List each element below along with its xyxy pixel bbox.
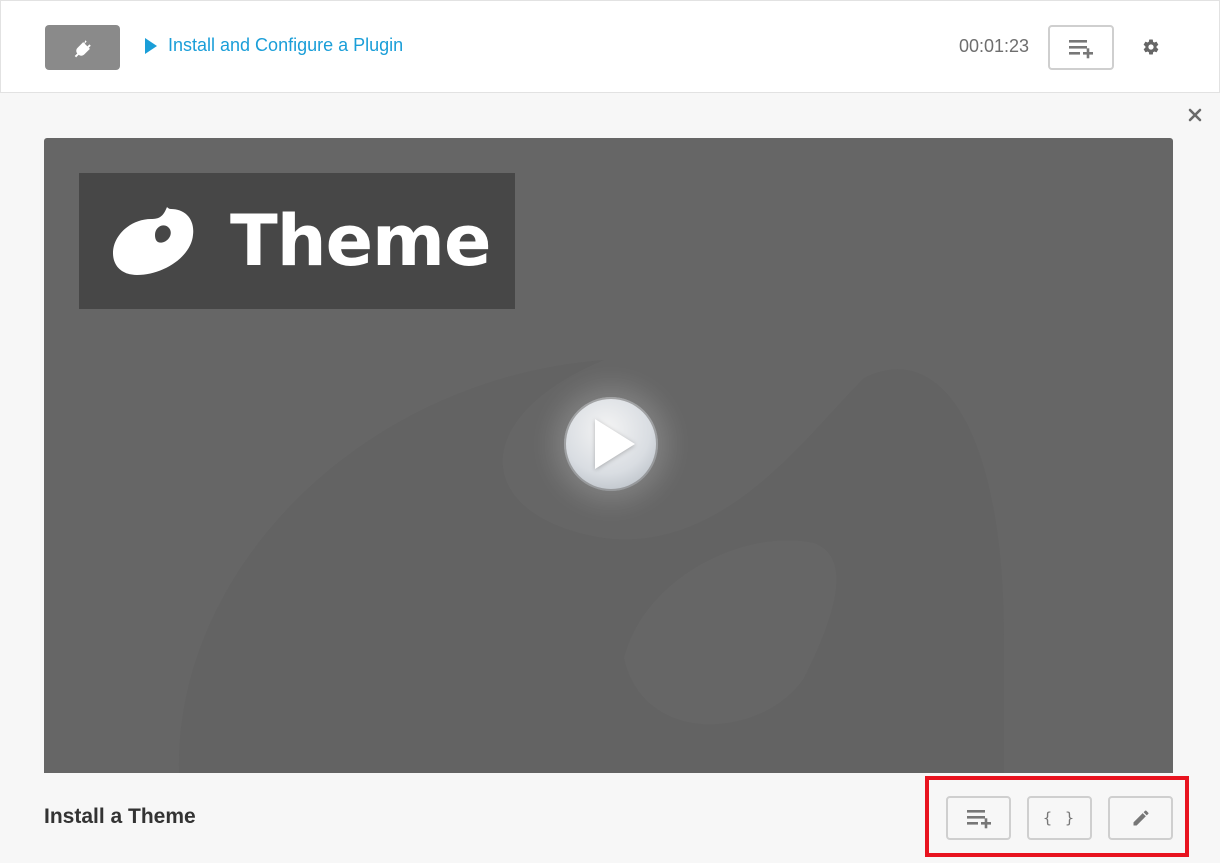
edit-button[interactable]	[1108, 796, 1173, 840]
plug-icon	[74, 39, 91, 57]
badge-title: Theme	[230, 200, 491, 282]
embed-button[interactable]: { }	[1027, 796, 1092, 840]
embed-label: { }	[1042, 809, 1077, 827]
play-icon	[595, 419, 635, 469]
pencil-icon	[1133, 810, 1149, 826]
palette-icon	[113, 207, 194, 275]
video-title-badge: Theme	[79, 173, 515, 309]
video-timer: 00:01:23	[959, 36, 1030, 56]
video-player[interactable]: Theme	[44, 138, 1173, 773]
gear-icon	[1143, 39, 1159, 55]
close-icon	[1188, 108, 1202, 122]
current-video-link[interactable]: Install and Configure a Plugin	[145, 35, 403, 56]
close-button[interactable]	[1184, 104, 1206, 126]
play-icon	[145, 37, 157, 54]
video-caption: Install a Theme	[44, 805, 196, 828]
add-to-playlist-button[interactable]	[946, 796, 1011, 840]
settings-button[interactable]	[1139, 35, 1163, 59]
playlist-add-icon	[1069, 39, 1093, 58]
current-video-title: Install and Configure a Plugin	[168, 35, 404, 55]
top-bar: Install and Configure a Plugin 00:01:23	[0, 0, 1220, 93]
play-button[interactable]	[564, 397, 658, 491]
playlist-add-icon	[966, 810, 991, 829]
add-to-playlist-button[interactable]	[1048, 25, 1114, 70]
plugin-button[interactable]	[45, 25, 120, 70]
